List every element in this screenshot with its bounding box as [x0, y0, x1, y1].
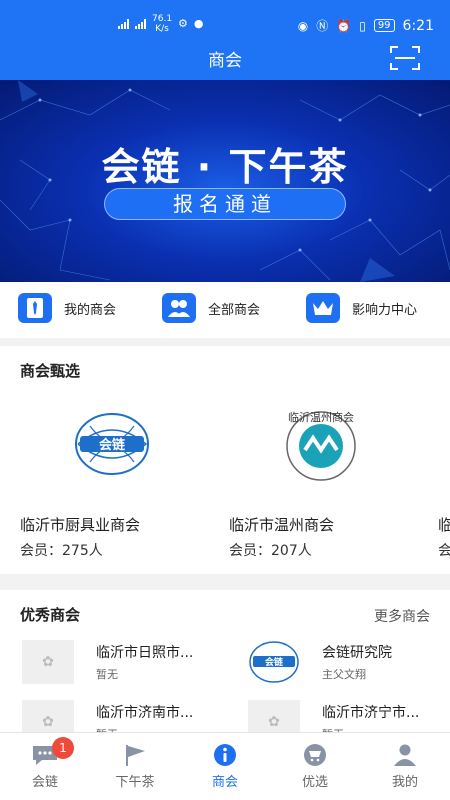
list-item-name: 会链研究院: [322, 645, 392, 661]
chamber-card[interactable]: 临沂温州商会 临沂市温州商会 会员：207人: [229, 386, 429, 559]
chamber-name: 临沂市厨具业商会: [20, 516, 141, 534]
quick-nav-all-chambers[interactable]: 全部商会: [162, 293, 260, 323]
scan-icon[interactable]: [390, 45, 420, 71]
promo-banner[interactable]: 会链 · 下午茶 报名通道: [0, 80, 450, 282]
selected-chambers-section: 商会甄选 会链 临沂市厨具业商会 会员：275人 临沂温州商会 临沂市温州商会 …: [0, 346, 450, 574]
list-item-name: 临沂市济宁市...: [322, 705, 420, 721]
section-title: 优秀商会: [20, 606, 81, 624]
quick-nav-label: 我的商会: [64, 302, 117, 318]
list-item[interactable]: 会链 会链研究院 主父文翔: [248, 640, 450, 684]
vibrate-icon: ▯: [359, 18, 366, 33]
tab-label: 优选: [301, 775, 328, 790]
chamber-name: 临: [438, 516, 450, 534]
tab-label: 我的: [391, 775, 418, 790]
battery-indicator: 99: [373, 19, 395, 32]
quick-nav: 我的商会 全部商会 影响力中心: [0, 282, 450, 338]
user-icon: [390, 743, 420, 767]
list-item-sub: 暂无: [96, 668, 118, 681]
info-icon: [210, 743, 240, 767]
placeholder-image-icon: ✿: [248, 700, 300, 732]
flag-icon: [120, 743, 150, 767]
status-right: ◉ Ⓝ ⏰ ▯ 99 6:21: [298, 17, 434, 34]
tab-afternoon-tea[interactable]: 下午茶: [90, 743, 180, 790]
people-icon: [162, 293, 196, 323]
tab-label: 商会: [211, 775, 238, 790]
message-notification-icon: ●: [193, 17, 204, 30]
cart-icon: [300, 743, 330, 767]
network-speed: 76.1 K/s: [152, 14, 172, 34]
tab-label: 会链: [31, 775, 58, 790]
signup-button[interactable]: 报名通道: [104, 188, 346, 220]
top-bar: 76.1 K/s ⚙ ● ◉ Ⓝ ⏰ ▯ 99 6:21 商会: [0, 0, 450, 80]
banner-title: 会链 · 下午茶: [101, 145, 349, 189]
chamber-logo-text: 临沂温州商会: [288, 410, 354, 424]
tab-label: 下午茶: [115, 775, 155, 790]
chamber-card-partial[interactable]: 临 会: [438, 386, 450, 556]
placeholder-image-icon: ✿: [22, 640, 74, 684]
clock: 6:21: [402, 17, 434, 34]
eye-icon: ◉: [297, 18, 309, 33]
network-speed-value: 76.1: [152, 14, 173, 24]
quick-nav-my-chamber[interactable]: 我的商会: [18, 293, 116, 323]
chat-icon: 1: [30, 737, 74, 767]
chamber-members: 会员：275人: [20, 543, 103, 559]
unread-badge: 1: [52, 737, 74, 759]
chamber-logo: 会链: [248, 640, 300, 684]
signal-icon: [118, 19, 129, 29]
placeholder-image-icon: ✿: [22, 700, 74, 732]
chamber-members: 会: [438, 543, 450, 556]
chamber-logo-text: 会链: [99, 437, 126, 453]
alarm-icon: ⏰: [336, 18, 352, 33]
list-item-sub: 主父文翔: [322, 668, 366, 681]
status-left: 76.1 K/s ⚙ ●: [118, 14, 204, 34]
chamber-logo: 会链: [70, 406, 154, 482]
tab-preferred[interactable]: 优选: [270, 743, 360, 790]
list-item-name: 临沂市日照市...: [96, 645, 194, 661]
nfc-icon: Ⓝ: [316, 19, 329, 33]
bottom-tab-bar: 1 会链 下午茶 商会 优选 我的: [0, 732, 450, 800]
tie-icon: [18, 293, 52, 323]
quick-nav-label: 全部商会: [208, 302, 261, 318]
tab-chamber[interactable]: 商会: [180, 743, 270, 790]
chamber-members: 会员：207人: [229, 543, 312, 559]
list-item[interactable]: ✿ 临沂市日照市... 暂无: [22, 640, 242, 684]
status-bar: 76.1 K/s ⚙ ● ◉ Ⓝ ⏰ ▯ 99 6:21: [0, 0, 450, 40]
app-notification-icon: ⚙: [178, 17, 188, 30]
list-item[interactable]: ✿ 临沂市济南市... 暂无: [22, 700, 242, 732]
list-item[interactable]: ✿ 临沂市济宁市... 暂无: [248, 700, 450, 732]
chamber-logo-text: 会链: [265, 656, 284, 668]
more-chambers-link[interactable]: 更多商会: [374, 606, 430, 626]
signal2-icon: [135, 19, 146, 29]
list-item-name: 临沂市济南市...: [96, 705, 194, 721]
network-speed-unit: K/s: [155, 24, 169, 34]
chamber-logo: 临沂温州商会: [279, 406, 363, 482]
tab-huilian[interactable]: 1 会链: [0, 737, 90, 790]
chamber-card[interactable]: 会链 临沂市厨具业商会 会员：275人: [20, 386, 220, 559]
crown-icon: [306, 293, 340, 323]
section-title: 商会甄选: [20, 362, 81, 380]
page-title: 商会: [208, 51, 242, 71]
quick-nav-influence-center[interactable]: 影响力中心: [306, 293, 417, 323]
excellent-chambers-section: 优秀商会 更多商会 ✿ 临沂市日照市... 暂无 会链 会链研究院 主父文翔 ✿…: [0, 590, 450, 732]
tab-mine[interactable]: 我的: [360, 743, 450, 790]
quick-nav-label: 影响力中心: [352, 302, 418, 318]
chamber-name: 临沂市温州商会: [229, 516, 335, 534]
